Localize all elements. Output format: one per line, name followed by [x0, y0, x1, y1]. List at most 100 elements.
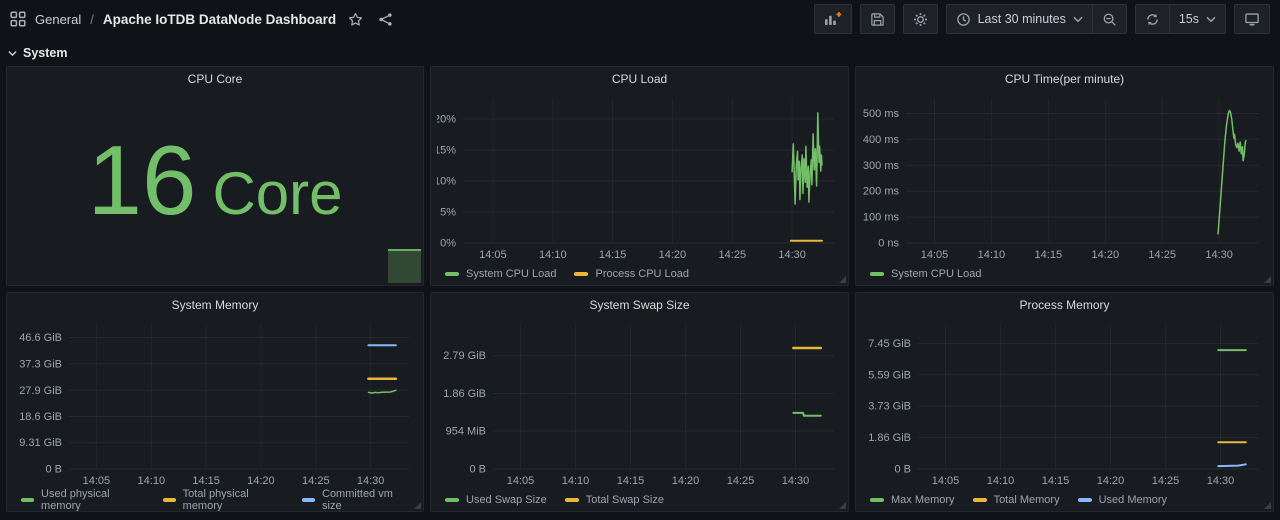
stat-text: 16 Core	[87, 131, 342, 229]
chevron-down-icon	[1073, 16, 1083, 23]
legend-color-dash	[445, 498, 459, 502]
legend-color-dash	[21, 498, 34, 502]
legend-item-used-physical-memory[interactable]: Used physical memory	[21, 489, 145, 511]
panel-resize-handle[interactable]	[839, 502, 846, 509]
x-axis-tick-label: 14:05	[83, 475, 111, 487]
dashboard-title: Apache IoTDB DataNode Dashboard	[103, 12, 336, 27]
panel-title[interactable]: Process Memory	[856, 293, 1273, 317]
legend-item-total-swap-size[interactable]: Total Swap Size	[565, 494, 664, 506]
x-axis-tick-label: 14:10	[539, 249, 567, 261]
legend-label: Total Memory	[994, 494, 1060, 506]
share-icon	[378, 12, 393, 27]
time-range-picker[interactable]: Last 30 minutes	[946, 4, 1093, 34]
panel-resize-handle[interactable]	[839, 276, 846, 283]
x-axis-tick-label: 14:10	[138, 475, 166, 487]
chevron-down-icon	[8, 50, 17, 57]
time-picker-group: Last 30 minutes	[946, 4, 1127, 34]
zoom-out-time-button[interactable]	[1093, 4, 1127, 34]
chart-svg[interactable]: 0 B1.86 GiB3.73 GiB5.59 GiB7.45 GiB14:05…	[862, 317, 1267, 489]
star-icon	[348, 12, 363, 27]
legend-label: Total Swap Size	[586, 494, 664, 506]
x-axis-tick-label: 14:30	[1207, 475, 1235, 487]
refresh-interval-picker[interactable]: 15s	[1170, 4, 1226, 34]
y-axis-tick-label: 954 MiB	[446, 426, 486, 438]
chart-area[interactable]: 0%5%10%15%20%14:0514:1014:1514:2014:2514…	[437, 91, 842, 263]
legend-color-dash	[302, 498, 315, 502]
panel-title[interactable]: System Memory	[7, 293, 423, 317]
legend-item-used-swap-size[interactable]: Used Swap Size	[445, 494, 547, 506]
zoom-out-icon	[1102, 12, 1117, 27]
apps-grid-icon[interactable]	[10, 11, 26, 27]
panel-cpu-time: CPU Time(per minute) 0 ns100 ms200 ms300…	[855, 66, 1274, 286]
legend-color-dash	[1078, 498, 1092, 502]
panel-resize-handle[interactable]	[414, 502, 421, 509]
kiosk-mode-button[interactable]	[1234, 4, 1270, 34]
panel-title[interactable]: CPU Load	[431, 67, 848, 91]
legend-item-system-cpu-load[interactable]: System CPU Load	[870, 268, 981, 280]
x-axis-tick-label: 14:25	[719, 249, 747, 261]
y-axis-tick-label: 0 B	[469, 464, 486, 476]
legend-color-dash	[163, 498, 176, 502]
chart-legend: Max Memory Total Memory Used Memory	[856, 489, 1273, 511]
legend-item-system-cpu-load[interactable]: System CPU Load	[445, 268, 556, 280]
x-axis-tick-label: 14:20	[672, 475, 700, 487]
chart-svg[interactable]: 0%5%10%15%20%14:0514:1014:1514:2014:2514…	[437, 91, 842, 263]
x-axis-tick-label: 14:15	[192, 475, 220, 487]
chart-area[interactable]: 0 B954 MiB1.86 GiB2.79 GiB14:0514:1014:1…	[437, 317, 842, 489]
share-button[interactable]	[375, 9, 396, 30]
x-axis-tick-label: 14:15	[599, 249, 627, 261]
panel-resize-handle[interactable]	[1264, 502, 1271, 509]
save-dashboard-button[interactable]	[860, 4, 895, 34]
breadcrumb-folder[interactable]: General	[35, 12, 81, 27]
y-axis-tick-label: 5%	[440, 207, 456, 219]
chart-svg[interactable]: 0 B954 MiB1.86 GiB2.79 GiB14:0514:1014:1…	[437, 317, 842, 489]
y-axis-tick-label: 400 ms	[863, 134, 900, 146]
panel-title[interactable]: CPU Time(per minute)	[856, 67, 1273, 91]
legend-color-dash	[574, 272, 588, 276]
chart-area[interactable]: 0 ns100 ms200 ms300 ms400 ms500 ms14:051…	[862, 91, 1267, 263]
add-panel-button[interactable]	[814, 4, 852, 34]
y-axis-tick-label: 10%	[437, 176, 456, 188]
legend-label: Total physical memory	[183, 489, 284, 511]
y-axis-tick-label: 37.3 GiB	[19, 358, 62, 370]
clock-icon	[956, 12, 971, 27]
legend-item-used-memory[interactable]: Used Memory	[1078, 494, 1167, 506]
legend-color-dash	[565, 498, 579, 502]
breadcrumb-separator: /	[90, 12, 94, 27]
panel-resize-handle[interactable]	[414, 276, 421, 283]
y-axis-tick-label: 27.9 GiB	[19, 385, 62, 397]
chart-area[interactable]: 0 B1.86 GiB3.73 GiB5.59 GiB7.45 GiB14:05…	[862, 317, 1267, 489]
legend-color-dash	[870, 272, 884, 276]
chart-legend: System CPU Load Process CPU Load	[431, 263, 848, 285]
chart-svg[interactable]: 0 ns100 ms200 ms300 ms400 ms500 ms14:051…	[862, 91, 1267, 263]
dashboard-settings-button[interactable]	[903, 4, 938, 34]
x-axis-tick-label: 14:15	[1042, 475, 1070, 487]
x-axis-tick-label: 14:10	[987, 475, 1015, 487]
y-axis-tick-label: 5.59 GiB	[868, 369, 911, 381]
y-axis-tick-label: 0 ns	[878, 238, 899, 250]
panel-title[interactable]: CPU Core	[7, 67, 423, 91]
breadcrumb: General / Apache IoTDB DataNode Dashboar…	[10, 9, 396, 30]
panel-resize-handle[interactable]	[1264, 276, 1271, 283]
series-line-used-memory	[1218, 464, 1246, 466]
panel-title[interactable]: System Swap Size	[431, 293, 848, 317]
row-toggle-system[interactable]: System	[0, 38, 75, 66]
legend-item-process-cpu-load[interactable]: Process CPU Load	[574, 268, 689, 280]
y-axis-tick-label: 0 B	[45, 464, 62, 476]
chart-area[interactable]: 0 B9.31 GiB18.6 GiB27.9 GiB37.3 GiB46.6 …	[13, 317, 417, 489]
legend-item-committed-vm-size[interactable]: Committed vm size	[302, 489, 409, 511]
chart-svg[interactable]: 0 B9.31 GiB18.6 GiB27.9 GiB37.3 GiB46.6 …	[13, 317, 417, 489]
star-button[interactable]	[345, 9, 366, 30]
stat-value: 16	[87, 131, 196, 229]
panel-cpu-core: CPU Core 16 Core	[6, 66, 424, 286]
legend-item-max-memory[interactable]: Max Memory	[870, 494, 955, 506]
y-axis-tick-label: 15%	[437, 145, 456, 157]
y-axis-tick-label: 2.79 GiB	[443, 350, 486, 362]
x-axis-tick-label: 14:25	[1148, 249, 1176, 261]
legend-label: System CPU Load	[466, 268, 556, 280]
legend-label: Max Memory	[891, 494, 955, 506]
refresh-button[interactable]	[1135, 4, 1170, 34]
legend-item-total-memory[interactable]: Total Memory	[973, 494, 1060, 506]
kiosk-monitor-icon	[1244, 12, 1260, 27]
legend-item-total-physical-memory[interactable]: Total physical memory	[163, 489, 284, 511]
